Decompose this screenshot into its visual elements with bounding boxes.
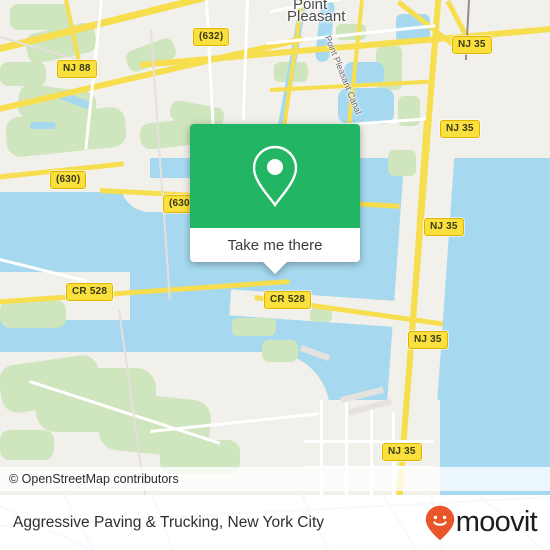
attribution-text[interactable]: © OpenStreetMap contributors [0, 472, 179, 486]
road-shield: NJ 35 [440, 120, 480, 138]
road-shield: (630) [50, 171, 87, 189]
take-me-there-button[interactable]: Take me there [190, 228, 360, 262]
footer-bar: Aggressive Paving & Trucking, New York C… [0, 495, 550, 550]
moovit-logo[interactable]: moovit [425, 505, 550, 541]
take-me-there-label: Take me there [227, 236, 323, 254]
road-shield: NJ 88 [57, 60, 97, 78]
park-sw-4 [0, 300, 66, 328]
map-canvas[interactable]: NJ 88 (632) NJ 35 NJ 35 (630) (630) NJ 35 CR 52… [0, 0, 550, 495]
page-title: Aggressive Paving & Trucking, New York C… [13, 513, 324, 531]
park-s-3 [262, 340, 298, 362]
park-nw-1 [10, 4, 70, 30]
moovit-pin-smiley-icon [425, 505, 455, 541]
popup-pin-panel [190, 124, 360, 228]
park-nw-3 [0, 62, 46, 86]
popup-tail [263, 262, 287, 274]
road-shield: NJ 35 [452, 36, 492, 54]
moovit-map-card: NJ 88 (632) NJ 35 NJ 35 (630) (630) NJ 35 CR 52… [0, 0, 550, 550]
road-shield: NJ 35 [424, 218, 464, 236]
place-label: Pleasant [287, 8, 346, 25]
map-pin-icon [248, 143, 302, 209]
road-shield: CR 528 [66, 283, 114, 301]
road-shield: CR 528 [264, 291, 312, 309]
park-e-4 [388, 150, 416, 176]
road-shield: (632) [193, 28, 230, 46]
road-shield: NJ 35 [382, 443, 422, 461]
moovit-wordmark: moovit [455, 506, 538, 538]
park-s-2 [232, 318, 276, 336]
road-shield: NJ 35 [408, 331, 448, 349]
attribution-bar: © OpenStreetMap contributors [0, 467, 550, 491]
location-popup[interactable]: Take me there [190, 124, 360, 274]
park-sw-5 [0, 430, 54, 460]
water-creek-nw2 [30, 122, 56, 129]
